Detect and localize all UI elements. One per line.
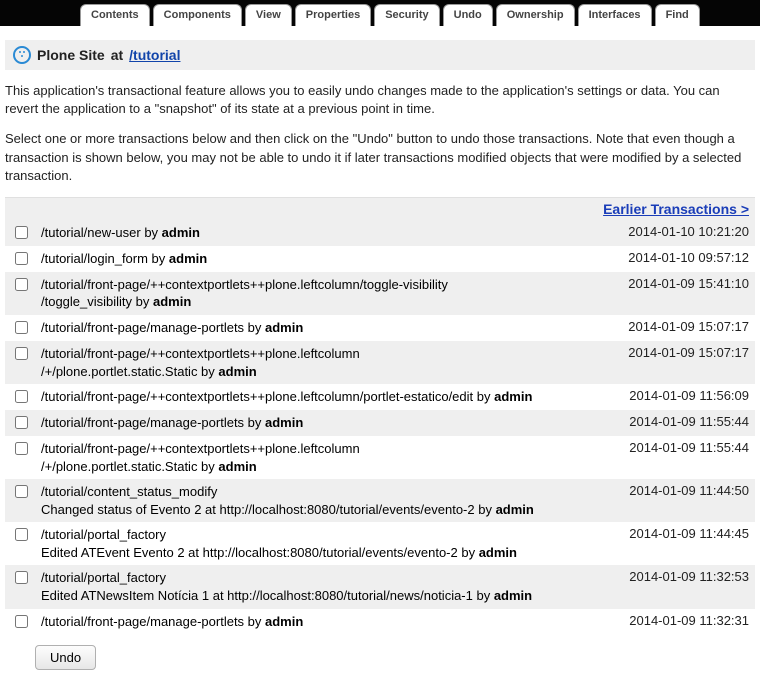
transaction-description: /tutorial/portal_factoryEdited ATEvent E… [41,526,619,561]
transaction-date: 2014-01-09 11:44:45 [629,526,749,541]
object-path-link[interactable]: /tutorial [129,47,180,63]
transaction-date: 2014-01-10 10:21:20 [628,224,749,239]
transaction-user: admin [169,251,207,266]
transaction-description: /tutorial/new-user by admin [41,224,618,242]
transaction-checkbox[interactable] [15,615,28,628]
transaction-row: /tutorial/front-page/manage-portlets by … [5,410,755,436]
transaction-row: /tutorial/login_form by admin 2014-01-10 … [5,246,755,272]
transaction-description: /tutorial/portal_factoryEdited ATNewsIte… [41,569,619,604]
tab-properties[interactable]: Properties [295,4,371,26]
tab-interfaces[interactable]: Interfaces [578,4,652,26]
transaction-description: /tutorial/front-page/++contextportlets++… [41,345,618,380]
transaction-description: /tutorial/login_form by admin [41,250,618,268]
transaction-user: admin [494,389,532,404]
transaction-user: admin [218,459,256,474]
transaction-row: /tutorial/portal_factoryEdited ATNewsIte… [5,565,755,608]
transaction-user: admin [479,545,517,560]
transactions-table: Earlier Transactions > /tutorial/new-use… [5,197,755,635]
transaction-row: /tutorial/front-page/manage-portlets by … [5,315,755,341]
tab-undo[interactable]: Undo [443,4,493,26]
transaction-checkbox[interactable] [15,321,28,334]
plone-icon [13,46,31,64]
tab-ownership[interactable]: Ownership [496,4,575,26]
top-bar: ContentsComponentsViewPropertiesSecurity… [0,0,760,26]
transaction-row: /tutorial/front-page/++contextportlets++… [5,436,755,479]
transaction-row: /tutorial/content_status_modifyChanged s… [5,479,755,522]
tab-contents[interactable]: Contents [80,4,150,26]
transaction-date: 2014-01-09 11:55:44 [629,414,749,429]
transaction-description: /tutorial/front-page/++contextportlets++… [41,440,619,475]
transaction-date: 2014-01-09 15:07:17 [628,345,749,360]
transaction-row: /tutorial/front-page/++contextportlets++… [5,341,755,384]
transaction-description: /tutorial/front-page/manage-portlets by … [41,414,619,432]
transaction-date: 2014-01-10 09:57:12 [628,250,749,265]
transaction-user: admin [153,294,191,309]
transaction-row: /tutorial/front-page/++contextportlets++… [5,272,755,315]
transaction-row: /tutorial/front-page/++contextportlets++… [5,384,755,410]
transaction-checkbox[interactable] [15,528,28,541]
heading-bar: Plone Site at /tutorial [5,40,755,70]
transaction-description: /tutorial/front-page/manage-portlets by … [41,613,619,631]
transaction-date: 2014-01-09 11:32:31 [629,613,749,628]
transaction-description: /tutorial/front-page/++contextportlets++… [41,276,618,311]
transaction-description: /tutorial/front-page/manage-portlets by … [41,319,618,337]
transaction-description: /tutorial/front-page/++contextportlets++… [41,388,619,406]
transaction-checkbox[interactable] [15,571,28,584]
transaction-row: /tutorial/portal_factoryEdited ATEvent E… [5,522,755,565]
transaction-description: /tutorial/content_status_modifyChanged s… [41,483,619,518]
tab-security[interactable]: Security [374,4,439,26]
object-type: Plone Site [37,47,105,63]
transaction-date: 2014-01-09 11:56:09 [629,388,749,403]
transaction-row: /tutorial/new-user by admin 2014-01-10 10… [5,220,755,246]
undo-button[interactable]: Undo [35,645,96,670]
description-1: This application's transactional feature… [5,82,755,118]
transaction-checkbox[interactable] [15,485,28,498]
earlier-transactions-link[interactable]: Earlier Transactions > [603,201,749,217]
transaction-date: 2014-01-09 11:55:44 [629,440,749,455]
action-bar: Undo [0,635,760,690]
transaction-date: 2014-01-09 15:41:10 [628,276,749,291]
transaction-checkbox[interactable] [15,390,28,403]
transaction-user: admin [162,225,200,240]
transaction-user: admin [218,364,256,379]
heading-at: at [111,47,123,63]
transaction-checkbox[interactable] [15,347,28,360]
transaction-checkbox[interactable] [15,252,28,265]
description-2: Select one or more transactions below an… [5,130,755,185]
tab-strip: ContentsComponentsViewPropertiesSecurity… [80,4,755,26]
transaction-row: /tutorial/front-page/manage-portlets by … [5,609,755,635]
transaction-user: admin [265,614,303,629]
transaction-date: 2014-01-09 11:32:53 [629,569,749,584]
tab-find[interactable]: Find [655,4,700,26]
transaction-user: admin [265,320,303,335]
transaction-date: 2014-01-09 15:07:17 [628,319,749,334]
transaction-user: admin [494,588,532,603]
transaction-user: admin [496,502,534,517]
tab-components[interactable]: Components [153,4,242,26]
transaction-checkbox[interactable] [15,226,28,239]
transaction-date: 2014-01-09 11:44:50 [629,483,749,498]
transaction-checkbox[interactable] [15,278,28,291]
transaction-user: admin [265,415,303,430]
transactions-header-row: Earlier Transactions > [5,197,755,220]
transaction-checkbox[interactable] [15,416,28,429]
tab-view[interactable]: View [245,4,292,26]
transaction-checkbox[interactable] [15,442,28,455]
